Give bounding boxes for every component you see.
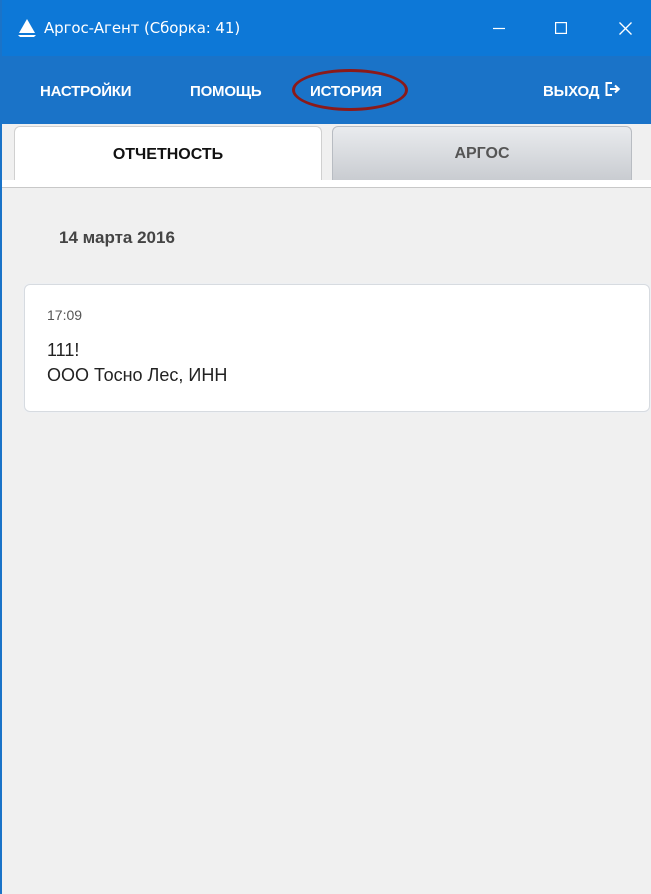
menu-exit-label: ВЫХОД [543,83,600,100]
tab-reporting-label: ОТЧЕТНОСТЬ [112,145,224,163]
menu-help[interactable]: ПОМОЩЬ [190,82,262,102]
minimize-button[interactable] [476,0,522,56]
title-bar[interactable]: Аргос-Агент (Сборка: 41) [2,0,651,56]
menu-exit[interactable]: ВЫХОД [543,82,621,102]
sail-icon [16,18,38,38]
menu-bar: НАСТРОЙКИ ПОМОЩЬ ИСТОРИЯ ВЫХОД [2,56,651,124]
window-title: Аргос-Агент (Сборка: 41) [44,19,241,37]
history-entry-card[interactable]: 17:09 111! ООО Тосно Лес, ИНН [24,284,650,412]
close-button[interactable] [602,0,648,56]
menu-settings[interactable]: НАСТРОЙКИ [40,82,132,102]
entry-time: 17:09 [47,307,83,323]
logout-icon [605,82,621,102]
app-window: Аргос-Агент (Сборка: 41) НАСТРОЙКИ ПОМОЩ… [0,0,651,894]
tab-argos-label: АРГОС [454,144,510,162]
maximize-icon [555,22,567,34]
menu-history[interactable]: ИСТОРИЯ [310,82,382,102]
close-icon [618,21,632,35]
tab-argos[interactable]: АРГОС [332,126,632,180]
maximize-button[interactable] [538,0,584,56]
history-date-heading: 14 марта 2016 [59,228,175,247]
tab-reporting[interactable]: ОТЧЕТНОСТЬ [14,126,322,182]
minimize-icon [493,22,505,34]
tab-strip-divider [2,180,651,188]
entry-title: 111! [47,340,80,360]
entry-subtitle: ООО Тосно Лес, ИНН [47,365,228,385]
